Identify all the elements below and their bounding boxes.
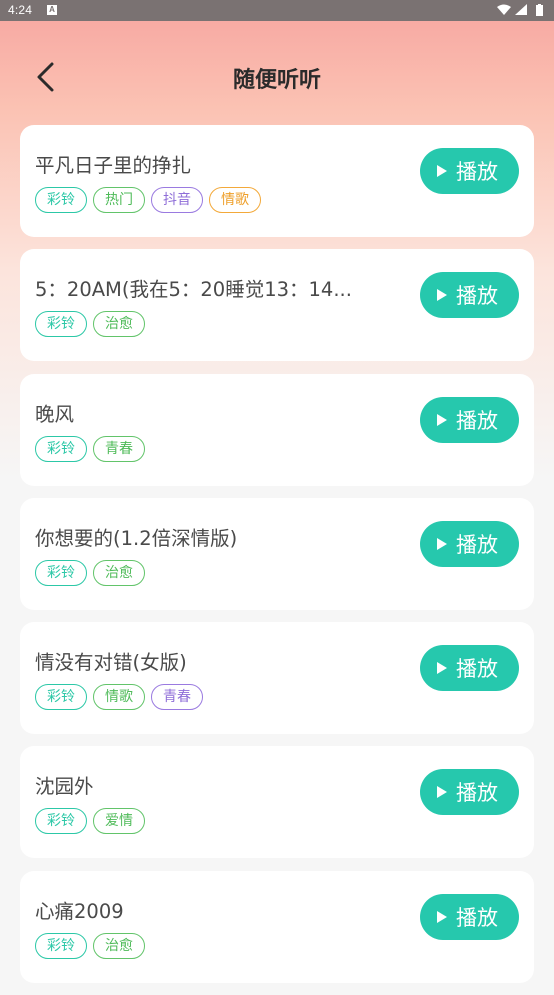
song-title: 情没有对错(女版) <box>35 651 187 675</box>
song-title: 你想要的(1.2倍深情版) <box>35 526 238 550</box>
song-card[interactable]: 平凡日子里的挣扎 彩铃 热门 抖音 情歌 播放 <box>20 125 534 237</box>
status-bar: 4:24 A <box>0 0 554 21</box>
tag-badge: 青春 <box>151 684 203 711</box>
song-tags: 彩铃 情歌 青春 <box>35 684 203 711</box>
play-label: 播放 <box>456 905 498 930</box>
tag-badge: 彩铃 <box>35 311 87 338</box>
song-title: 平凡日子里的挣扎 <box>35 154 192 177</box>
tag-badge: 彩铃 <box>35 559 87 586</box>
play-icon <box>437 413 447 426</box>
song-tags: 彩铃 热门 抖音 情歌 <box>35 187 261 213</box>
song-title: 沈园外 <box>35 775 94 799</box>
tag-badge: 治愈 <box>93 311 145 338</box>
play-label: 播放 <box>456 657 498 682</box>
tag-badge: 热门 <box>93 187 145 213</box>
song-card[interactable]: 晚风彩铃 青春 播放 <box>20 373 534 486</box>
play-icon <box>437 662 447 675</box>
tag-badge: 爱情 <box>93 808 145 835</box>
play-label: 播放 <box>456 781 498 806</box>
tag-badge: 情歌 <box>209 187 261 213</box>
status-icons <box>496 3 546 17</box>
song-tags: 彩铃 爱情 <box>35 808 145 835</box>
play-button[interactable]: 播放 <box>420 396 519 443</box>
system-status-icons <box>497 4 543 16</box>
play-icon <box>437 786 447 799</box>
play-icon <box>437 910 447 923</box>
play-label: 播放 <box>456 408 498 433</box>
signal-icon <box>515 4 527 15</box>
tag-badge: 抖音 <box>151 187 203 213</box>
status-time: 4:24 <box>8 3 33 17</box>
app-header: 随便听听 <box>0 50 554 102</box>
tag-badge: 彩铃 <box>35 808 87 835</box>
play-label: 播放 <box>456 284 498 309</box>
song-tags: 彩铃 治愈 <box>35 311 145 338</box>
song-list: 平凡日子里的挣扎 彩铃 热门 抖音 情歌 播放 5：20AM(我在5：20睡觉13：14..… <box>20 125 534 995</box>
play-button[interactable]: 播放 <box>420 520 519 567</box>
tag-badge: 治愈 <box>93 559 145 586</box>
song-card[interactable]: 你想要的(1.2倍深情版) 彩铃 治愈 播放 <box>20 497 534 610</box>
play-button[interactable]: 播放 <box>420 769 519 816</box>
song-title: 晚风 <box>35 402 75 426</box>
song-card[interactable]: 5：20AM(我在5：20睡觉13：14... 彩铃 治愈 播放 <box>20 249 534 362</box>
song-card[interactable]: 沈园外彩铃 爱情 播放 <box>20 746 534 859</box>
play-icon <box>437 537 447 550</box>
tag-badge: 彩铃 <box>35 187 87 213</box>
page-title: 随便听听 <box>232 68 321 93</box>
play-button[interactable]: 播放 <box>420 645 519 692</box>
play-icon <box>437 289 447 302</box>
play-label: 播放 <box>456 532 498 557</box>
song-card[interactable]: 情没有对错(女版) 彩铃 情歌 青春 播放 <box>20 622 534 735</box>
tag-badge: 治愈 <box>93 932 145 959</box>
tag-badge: 青春 <box>93 435 145 462</box>
play-label: 播放 <box>456 160 498 184</box>
song-tags: 彩铃 治愈 <box>35 559 145 586</box>
tag-badge: 彩铃 <box>35 684 87 711</box>
battery-icon <box>536 5 543 16</box>
notification-icon: A <box>47 5 57 15</box>
song-card[interactable]: 心痛2009 彩铃 治愈 播放 <box>20 870 534 983</box>
play-icon <box>437 165 447 177</box>
song-tags: 彩铃 治愈 <box>35 932 145 959</box>
wifi-icon <box>497 4 511 15</box>
tag-badge: 彩铃 <box>35 932 87 959</box>
tag-badge: 彩铃 <box>35 435 87 462</box>
play-button[interactable]: 播放 <box>420 148 519 194</box>
play-button[interactable]: 播放 <box>420 272 519 319</box>
tag-badge: 情歌 <box>93 684 145 711</box>
song-tags: 彩铃 青春 <box>35 435 145 462</box>
song-title: 心痛2009 <box>35 899 124 923</box>
play-button[interactable]: 播放 <box>420 893 519 940</box>
song-title: 5：20AM(我在5：20睡觉13：14... <box>35 278 352 302</box>
